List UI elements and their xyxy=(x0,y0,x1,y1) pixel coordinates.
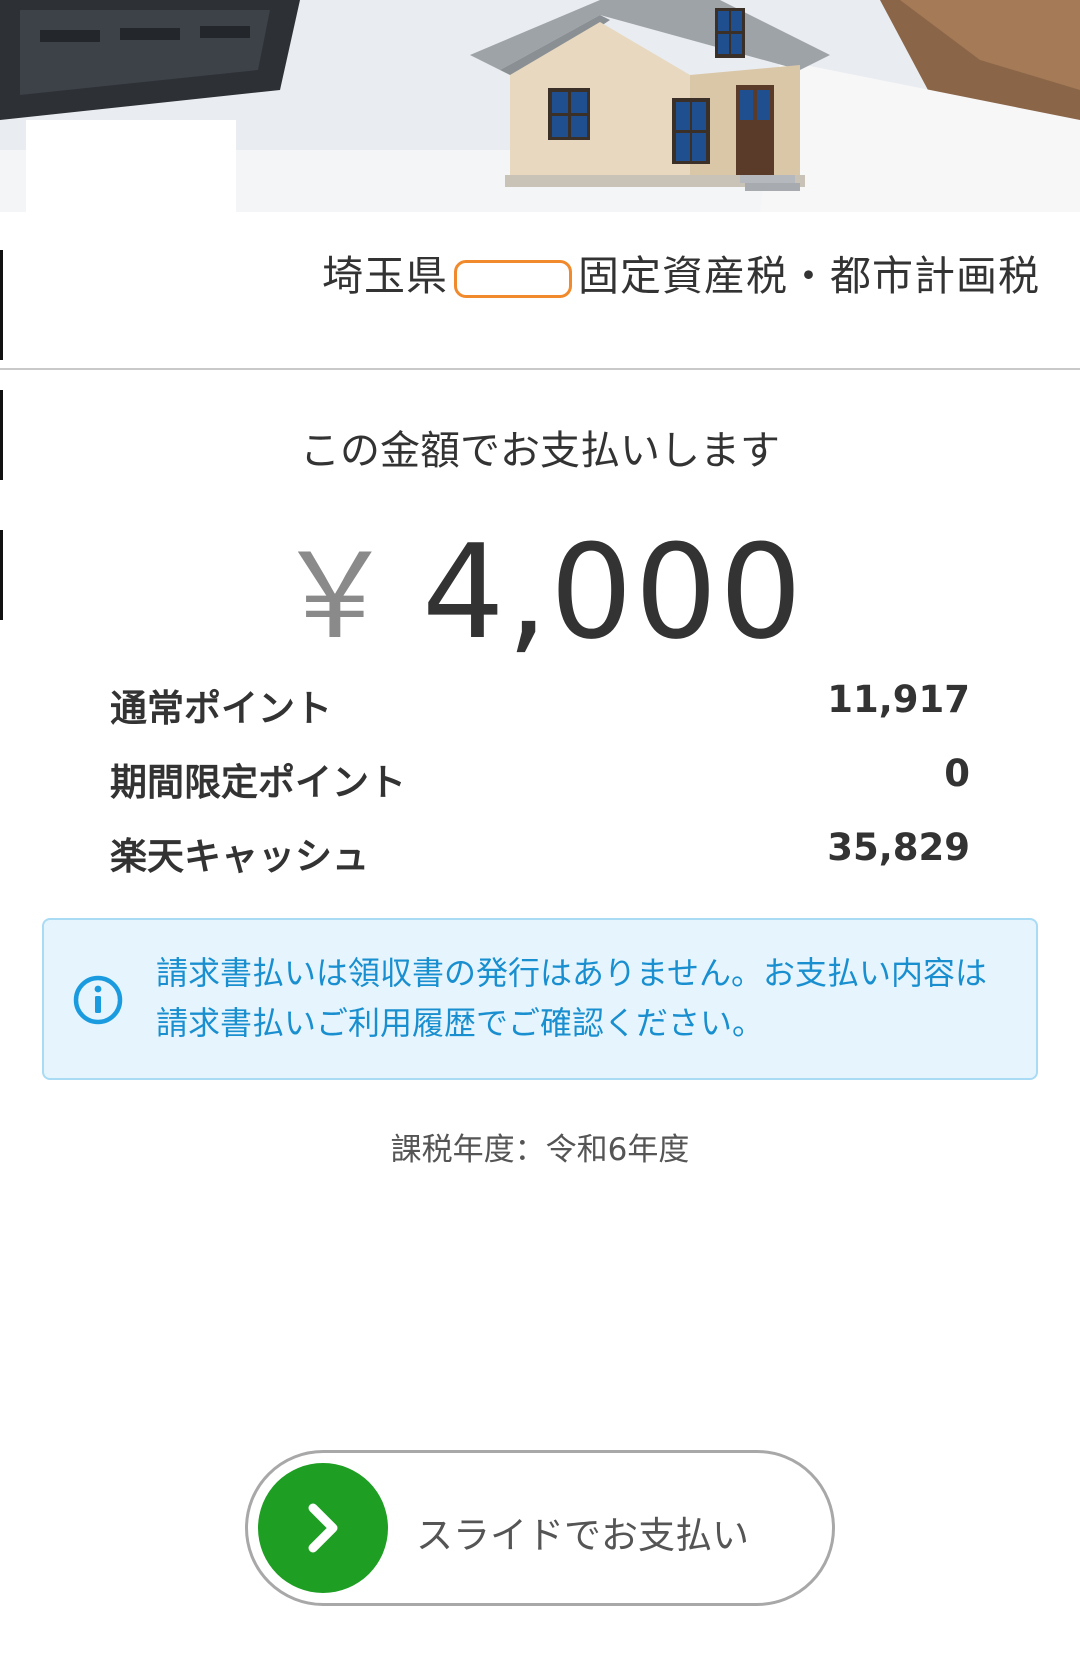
point-label: 通常ポイント xyxy=(110,687,332,730)
point-row-cash: 楽天キャッシュ 35,829 xyxy=(110,826,970,882)
slider-knob[interactable] xyxy=(258,1463,388,1593)
biller-tax-name: 固定資産税・都市計画税 xyxy=(578,252,1040,300)
tax-year: 課税年度：令和6年度 xyxy=(390,1132,690,1168)
header-banner-image xyxy=(0,0,1080,212)
chevron-right-icon xyxy=(308,1503,338,1553)
point-label: 期間限定ポイント xyxy=(110,761,406,804)
point-label: 楽天キャッシュ xyxy=(110,835,369,878)
point-row-limited: 期間限定ポイント 0 xyxy=(110,752,970,808)
payment-amount: ￥ 4,000 xyxy=(0,500,1080,671)
slider-label: スライドでお支払い xyxy=(416,1514,749,1557)
biller-header: 埼玉県 固定資産税・都市計画税 xyxy=(0,212,1080,370)
biller-title: 埼玉県 固定資産税・都市計画税 xyxy=(322,242,1040,302)
point-value: 11,917 xyxy=(827,678,970,721)
info-notice: 請求書払いは領収書の発行はありません。お支払い内容は請求書払いご利用履歴でご確認… xyxy=(42,918,1038,1080)
redacted-logo-area xyxy=(26,120,236,212)
point-value: 0 xyxy=(944,752,970,795)
notice-text: 請求書払いは領収書の発行はありません。お支払い内容は請求書払いご利用履歴でご確認… xyxy=(156,954,988,1042)
redacted-municipality xyxy=(454,260,572,298)
amount-value: 4,000 xyxy=(421,516,805,668)
biller-prefecture: 埼玉県 xyxy=(322,252,448,300)
payment-caption: この金額でお支払いします xyxy=(300,428,780,474)
point-row-regular: 通常ポイント 11,917 xyxy=(110,678,970,734)
info-icon xyxy=(73,975,123,1025)
currency-symbol: ￥ xyxy=(275,527,394,665)
point-value: 35,829 xyxy=(827,826,970,869)
slide-to-pay-slider[interactable]: スライドでお支払い xyxy=(245,1450,835,1606)
